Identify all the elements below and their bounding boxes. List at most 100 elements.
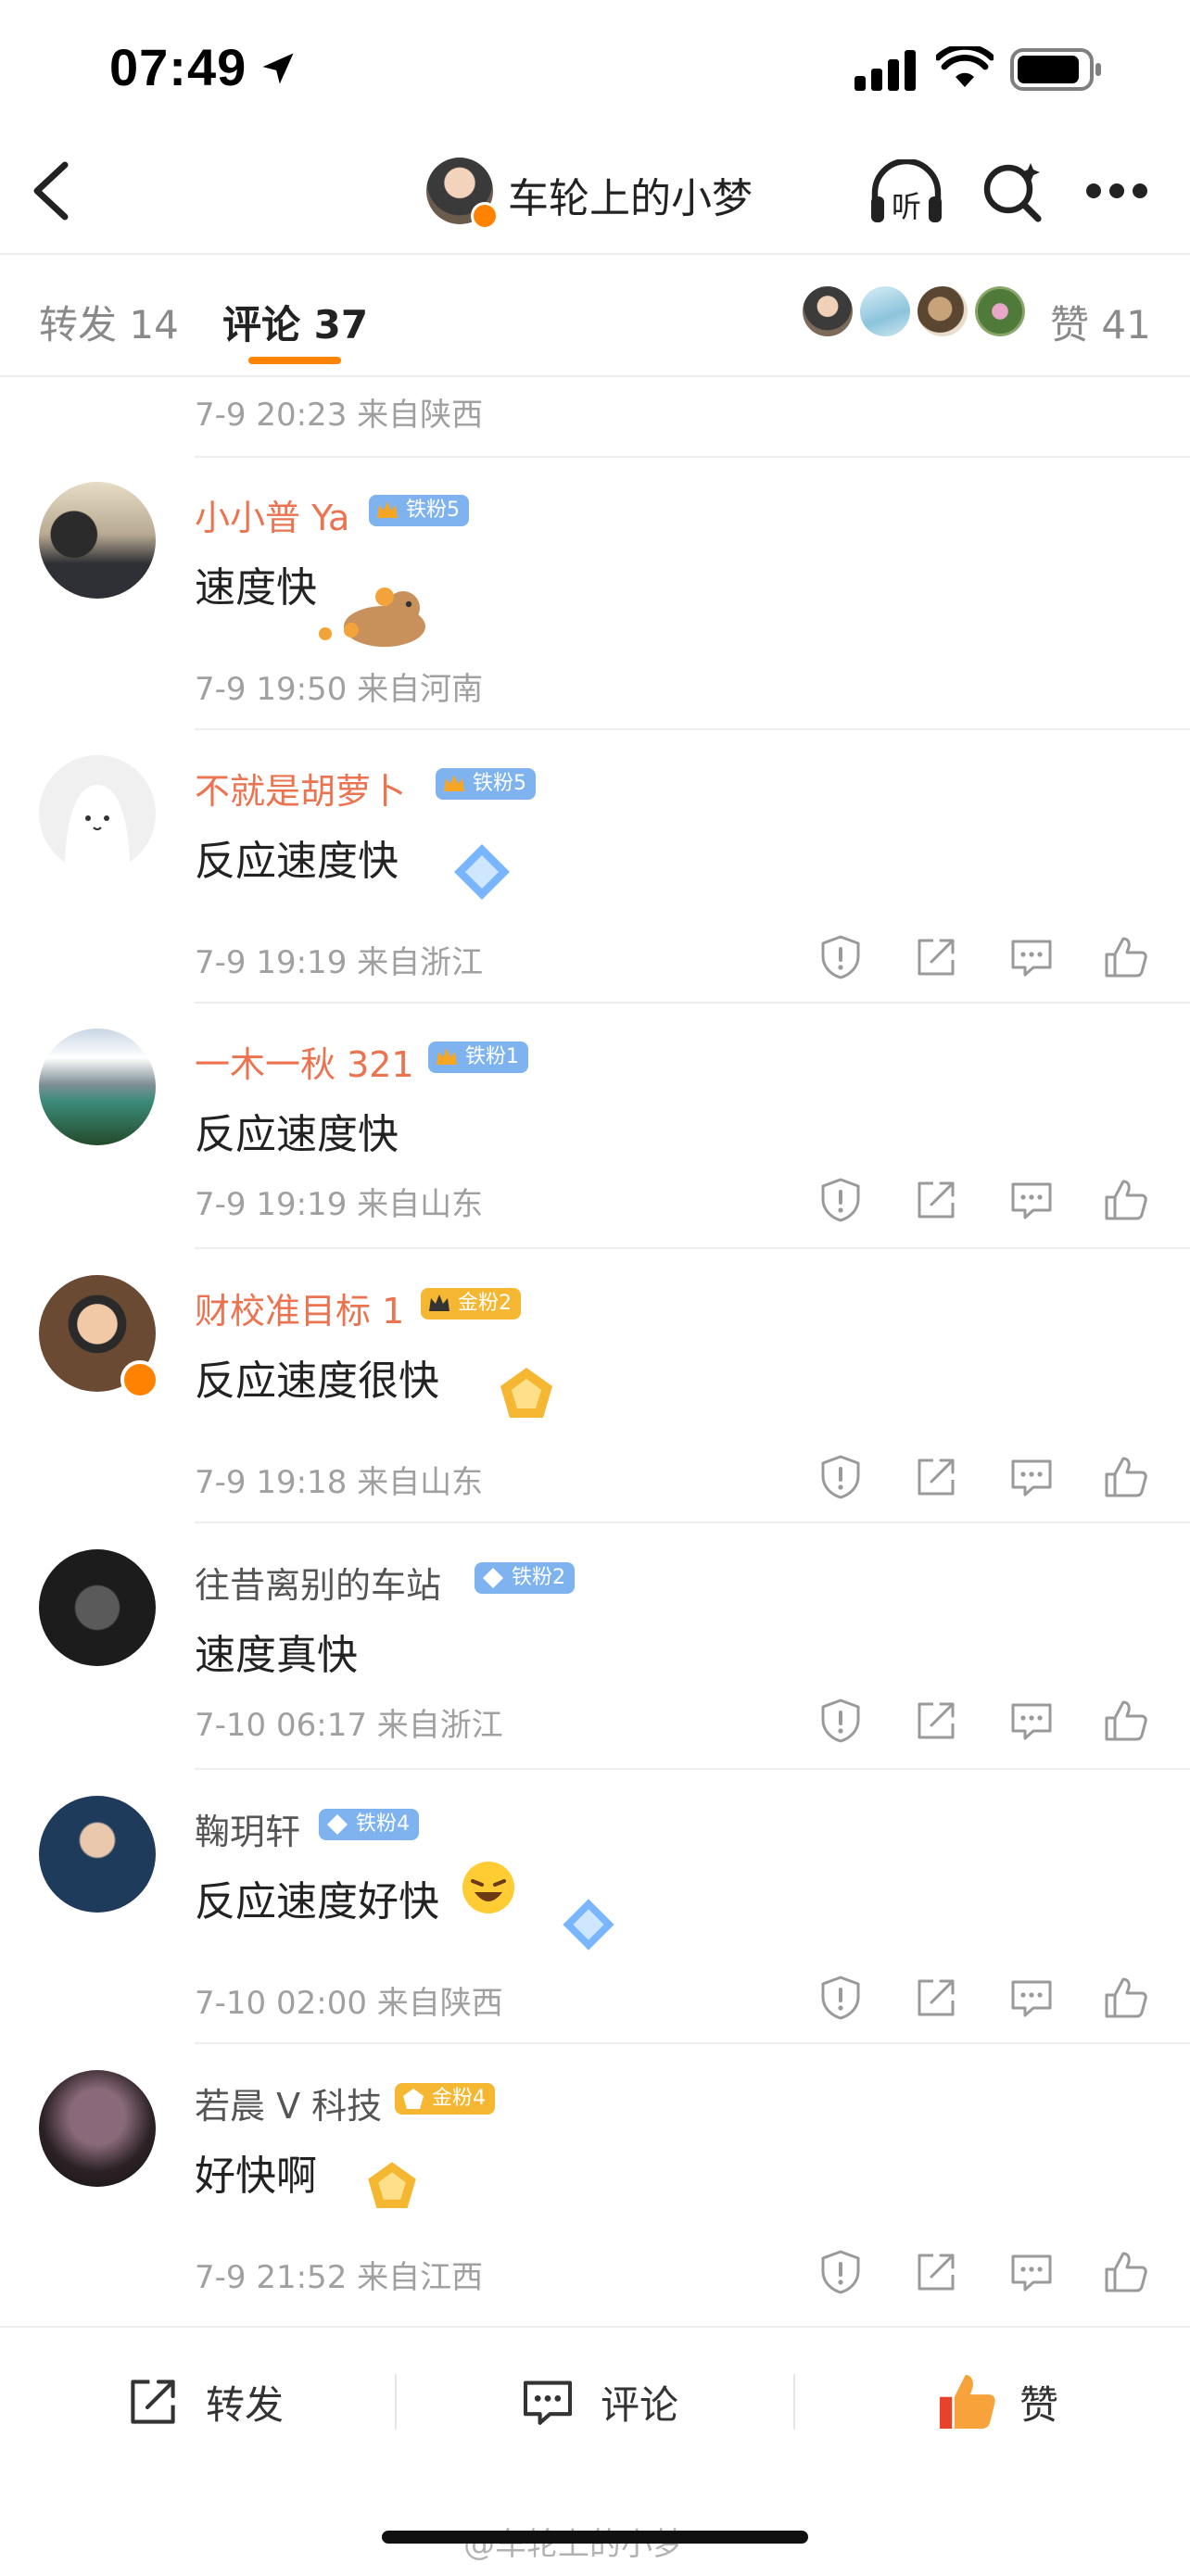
tabs-bar: 转发 14 评论 37 赞 41: [0, 253, 1190, 377]
crown-icon: [437, 1048, 457, 1065]
share-icon[interactable]: [913, 1177, 959, 1223]
divider: [195, 2042, 1190, 2044]
report-icon[interactable]: [817, 1698, 864, 1744]
fan-badge: 金粉4: [395, 2083, 495, 2115]
liker-avatar[interactable]: [975, 286, 1025, 336]
fan-badge: 铁粉5: [436, 768, 536, 800]
like-icon[interactable]: [1103, 1698, 1149, 1744]
commenter-name[interactable]: 财校准目标 1: [195, 1282, 404, 1333]
commenter-avatar[interactable]: [39, 482, 156, 599]
like-icon[interactable]: [1103, 934, 1149, 980]
diamond-icon: [483, 1568, 503, 1588]
fan-badge-label: 铁粉5: [473, 772, 526, 795]
report-icon[interactable]: [817, 934, 864, 980]
commenter-name[interactable]: 往昔离别的车站: [195, 1557, 441, 1608]
reply-icon[interactable]: [1008, 2249, 1055, 2295]
report-icon[interactable]: [817, 1454, 864, 1500]
diamond-sticker-icon: [454, 844, 510, 900]
reply-icon[interactable]: [1008, 1975, 1055, 2021]
comment-meta: 7-9 19:18 来自山东: [195, 1464, 484, 1501]
reply-icon[interactable]: [1008, 1177, 1055, 1223]
tab-comment-label: 评论: [222, 302, 301, 347]
comment-label: 评论: [601, 2381, 679, 2428]
comment-meta: 7-9 19:19 来自浙江: [195, 944, 484, 981]
comment-text: 好快啊: [195, 2153, 317, 2200]
divider: [195, 1768, 1190, 1770]
location-arrow-icon: [262, 53, 294, 84]
divider: [195, 1002, 1190, 1004]
comment-icon: [523, 2380, 573, 2425]
share-icon[interactable]: [913, 1975, 959, 2021]
gem-icon: [403, 2089, 424, 2109]
fan-badge: 铁粉4: [319, 1809, 419, 1840]
listen-icon[interactable]: 听: [867, 159, 945, 226]
share-icon[interactable]: [913, 1698, 959, 1744]
tab-repost-count: 14: [129, 302, 179, 347]
commenter-name[interactable]: 不就是胡萝卜: [195, 763, 406, 814]
commenter-name[interactable]: 小小普 Ya: [195, 489, 349, 540]
report-icon[interactable]: [817, 1177, 864, 1223]
liker-avatar[interactable]: [860, 286, 910, 336]
crown-icon: [377, 501, 398, 518]
commenter-name[interactable]: 一木一秋 321: [195, 1036, 414, 1087]
tab-comment-count: 37: [313, 302, 369, 347]
like-icon[interactable]: [1103, 1975, 1149, 2021]
commenter-name[interactable]: 鞠玥轩: [195, 1803, 300, 1854]
commenter-avatar[interactable]: [39, 1029, 156, 1145]
comment-meta: 7-10 06:17 来自浙江: [195, 1707, 503, 1744]
fan-badge-label: 铁粉2: [512, 1566, 565, 1589]
share-icon[interactable]: [913, 2249, 959, 2295]
listen-label: 听: [892, 189, 921, 224]
fan-badge: 铁粉2: [475, 1562, 575, 1594]
author-name[interactable]: 车轮上的小梦: [508, 165, 753, 224]
like-button[interactable]: 赞: [934, 2369, 1058, 2434]
gold-gem-sticker-icon: [500, 1368, 552, 1418]
back-icon[interactable]: [28, 159, 74, 222]
divider: [195, 728, 1190, 730]
tab-repost[interactable]: 转发 14: [39, 294, 179, 350]
fan-badge-label: 铁粉4: [356, 1812, 410, 1836]
status-time: 07:49: [109, 38, 247, 96]
report-icon[interactable]: [817, 2249, 864, 2295]
reply-icon[interactable]: [1008, 1698, 1055, 1744]
repost-button[interactable]: 转发: [120, 2369, 284, 2434]
commenter-avatar[interactable]: [39, 2070, 156, 2187]
commenter-avatar[interactable]: [39, 1549, 156, 1666]
search-icon[interactable]: [981, 159, 1045, 224]
fan-badge-label: 金粉2: [458, 1292, 512, 1315]
verified-badge-icon: [471, 202, 499, 230]
like-icon[interactable]: [1103, 1454, 1149, 1500]
fan-badge: 铁粉5: [369, 495, 469, 526]
tab-like[interactable]: 赞 41: [1050, 294, 1151, 350]
liker-avatar[interactable]: [803, 286, 853, 336]
tab-repost-label: 转发: [39, 302, 118, 347]
reply-icon[interactable]: [1008, 1454, 1055, 1500]
divider: [395, 2374, 397, 2430]
report-icon[interactable]: [817, 1975, 864, 2021]
comment-button[interactable]: 评论: [515, 2369, 678, 2434]
commenter-avatar[interactable]: [39, 755, 156, 872]
repost-icon: [131, 2380, 175, 2424]
diamond-sticker-icon: [563, 1899, 614, 1951]
laughing-emoji-icon: [462, 1862, 514, 1913]
diamond-icon: [327, 1814, 348, 1835]
verified-badge-icon: [120, 1360, 159, 1399]
fan-badge: 金粉2: [421, 1288, 521, 1320]
tab-comment[interactable]: 评论 37: [222, 294, 368, 350]
like-icon[interactable]: [1103, 1177, 1149, 1223]
more-icon[interactable]: [1084, 182, 1149, 200]
active-tab-indicator: [248, 357, 341, 364]
like-icon[interactable]: [1103, 2249, 1149, 2295]
liker-avatar[interactable]: [918, 286, 968, 336]
fan-badge-label: 铁粉1: [465, 1045, 519, 1068]
share-icon[interactable]: [913, 1454, 959, 1500]
divider: [195, 1522, 1190, 1523]
fan-badge-label: 金粉4: [432, 2087, 486, 2110]
tab-like-label: 赞: [1050, 302, 1090, 347]
commenter-name[interactable]: 若晨 V 科技: [195, 2077, 382, 2128]
home-indicator[interactable]: [382, 2531, 808, 2544]
commenter-avatar[interactable]: [39, 1796, 156, 1913]
reply-icon[interactable]: [1008, 934, 1055, 980]
share-icon[interactable]: [913, 934, 959, 980]
comment-text: 反应速度快: [195, 838, 399, 885]
